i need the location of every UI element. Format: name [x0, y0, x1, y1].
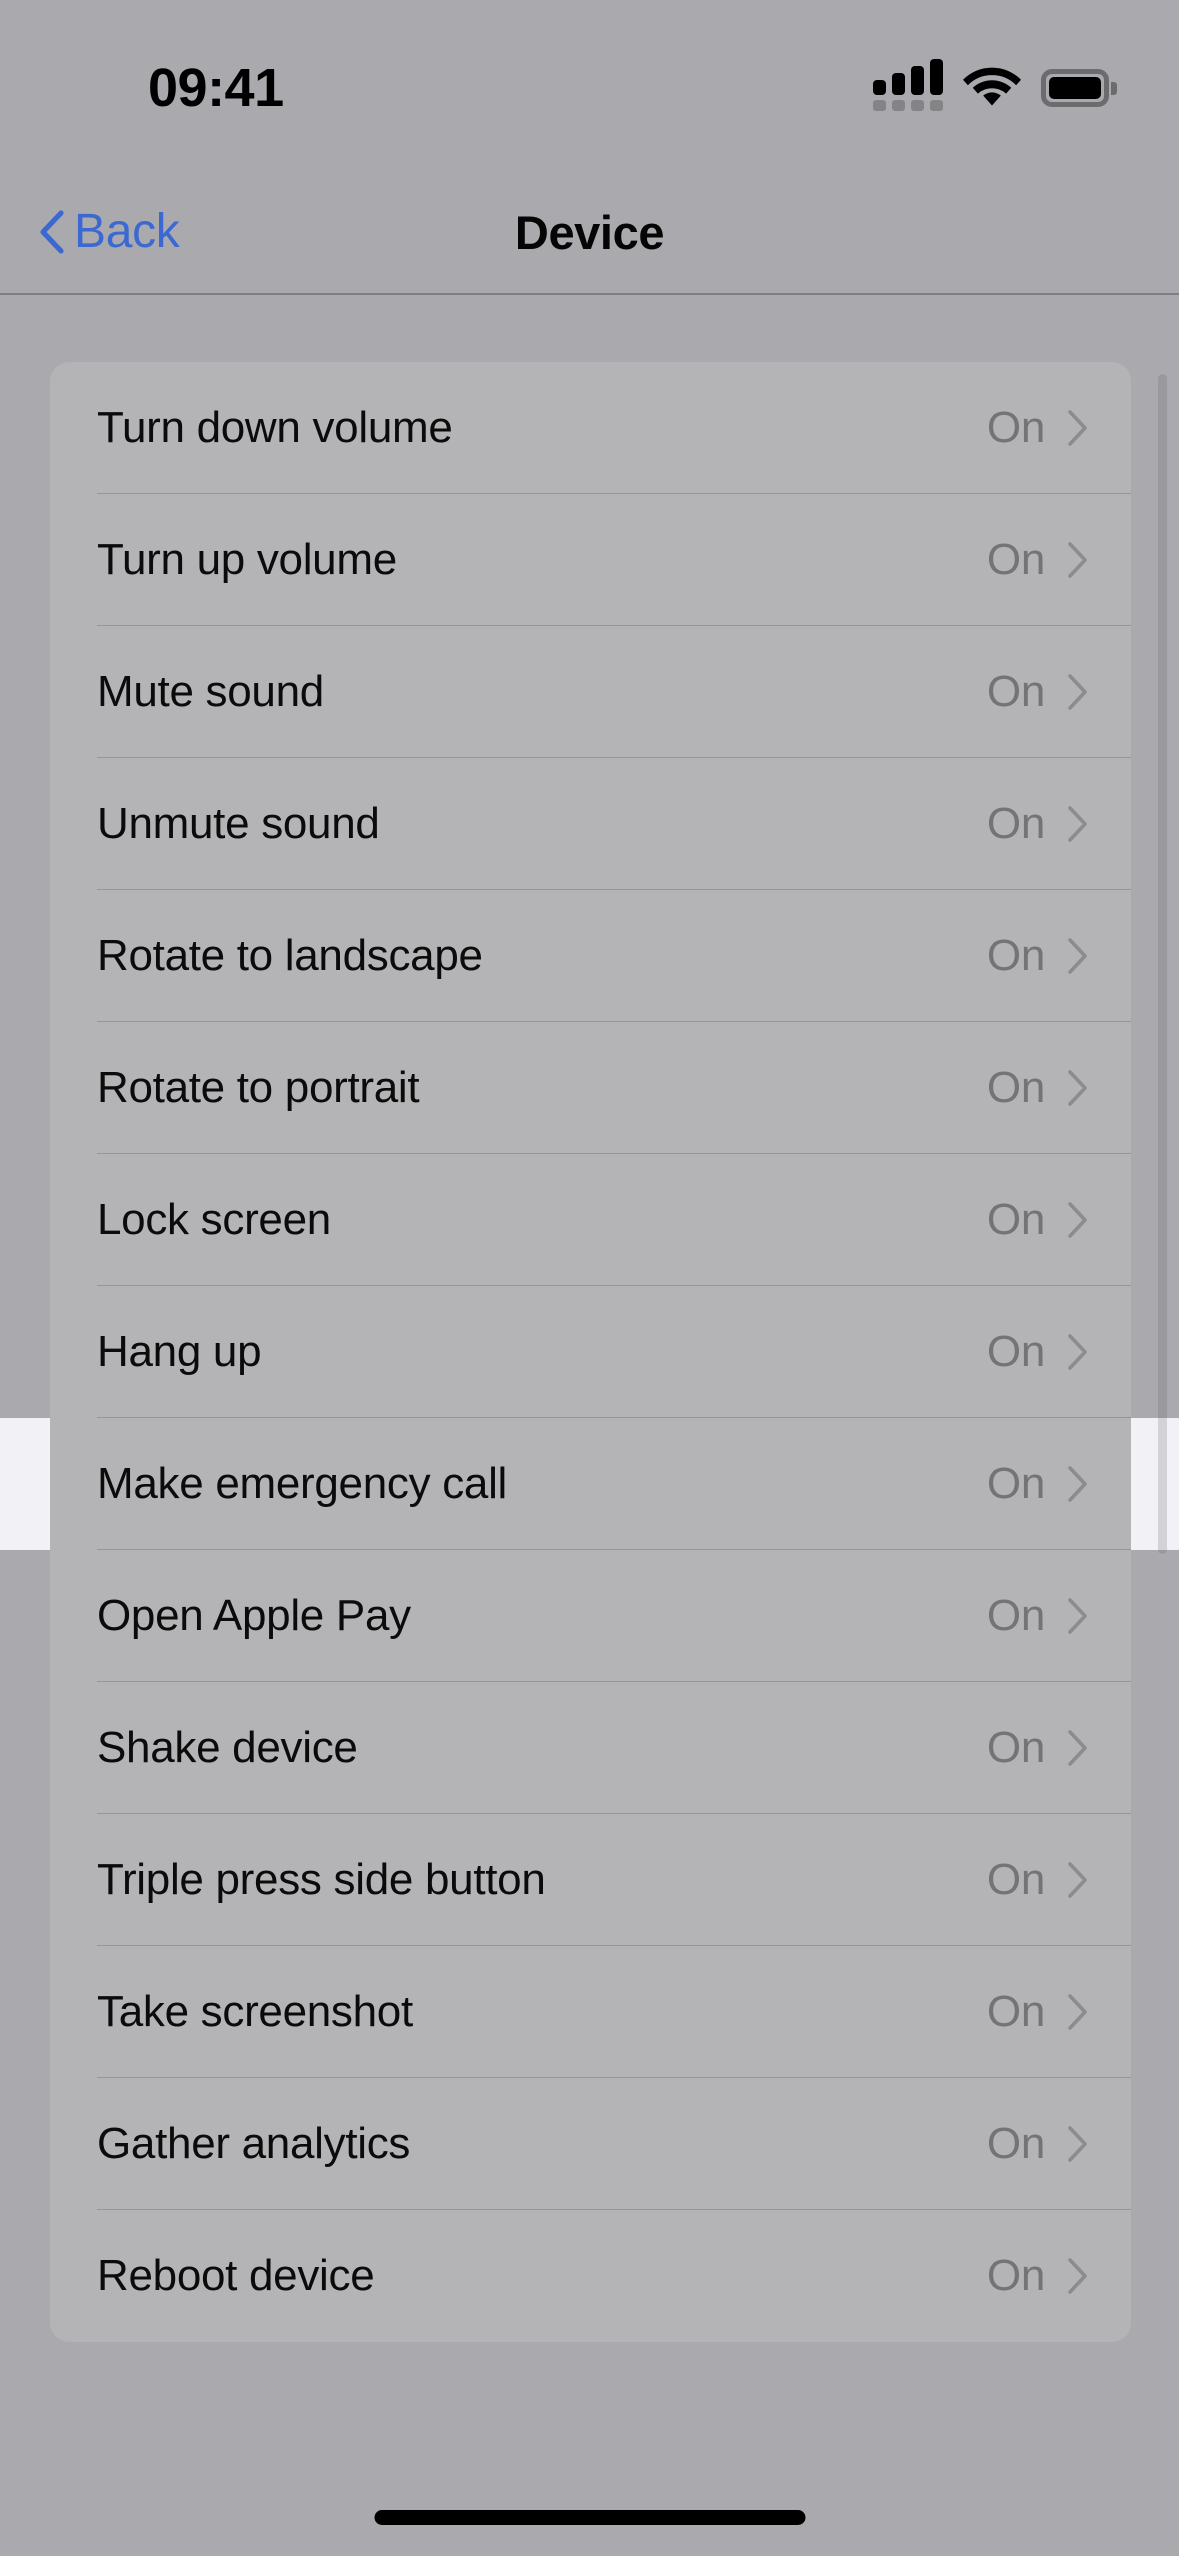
wifi-icon — [963, 67, 1021, 106]
chevron-right-icon — [1068, 674, 1087, 710]
list-item[interactable]: Shake device On — [50, 1682, 1131, 1814]
navigation-bar-separator — [0, 293, 1179, 295]
chevron-right-icon — [1068, 1730, 1087, 1766]
chevron-right-icon — [1068, 2258, 1087, 2294]
list-item-value: On — [986, 1591, 1045, 1640]
list-item[interactable]: Open Apple Pay On — [50, 1550, 1131, 1682]
list-item-value: On — [986, 931, 1045, 980]
list-item-label: Gather analytics — [97, 2119, 411, 2168]
list-item-label: Turn down volume — [97, 403, 453, 452]
list-item-value: On — [986, 1855, 1045, 1904]
chevron-right-icon — [1068, 1994, 1087, 2030]
list-item[interactable]: Make emergency call On — [50, 1418, 1131, 1550]
list-item[interactable]: Lock screen On — [50, 1154, 1131, 1286]
list-item-value: On — [986, 535, 1045, 584]
list-item-label: Shake device — [97, 1723, 358, 1772]
back-button-label: Back — [74, 205, 180, 258]
chevron-right-icon — [1068, 542, 1087, 578]
chevron-right-icon — [1068, 2126, 1087, 2162]
battery-icon — [1041, 69, 1117, 107]
navigation-bar: Device Back — [0, 170, 1179, 295]
list-item[interactable]: Take screenshot On — [50, 1946, 1131, 2078]
chevron-left-icon — [40, 210, 64, 254]
list-item-value: On — [986, 1723, 1045, 1772]
list-item-value: On — [986, 667, 1045, 716]
list-item[interactable]: Hang up On — [50, 1286, 1131, 1418]
list-item[interactable]: Triple press side button On — [50, 1814, 1131, 1946]
list-item-value: On — [986, 2251, 1045, 2300]
status-bar: 09:41 — [0, 0, 1179, 170]
list-item-label: Rotate to portrait — [97, 1063, 420, 1112]
status-bar-icons — [873, 58, 1117, 118]
chevron-right-icon — [1068, 1070, 1087, 1106]
chevron-right-icon — [1068, 1598, 1087, 1634]
list-item-label: Mute sound — [97, 667, 324, 716]
settings-scroll-view[interactable]: Turn down volume On Turn up volume On Mute s… — [0, 294, 1179, 2556]
list-item-label: Hang up — [97, 1327, 262, 1376]
list-item-value: On — [986, 1459, 1045, 1508]
list-item-label: Make emergency call — [97, 1459, 508, 1508]
list-item[interactable]: Gather analytics On — [50, 2078, 1131, 2210]
chevron-right-icon — [1068, 1466, 1087, 1502]
chevron-right-icon — [1068, 1202, 1087, 1238]
list-item-value: On — [986, 1063, 1045, 1112]
list-item[interactable]: Reboot device On — [50, 2210, 1131, 2342]
chevron-right-icon — [1068, 1862, 1087, 1898]
list-item[interactable]: Rotate to landscape On — [50, 890, 1131, 1022]
list-item-value: On — [986, 1195, 1045, 1244]
scroll-indicator[interactable] — [1158, 374, 1167, 1554]
list-item[interactable]: Unmute sound On — [50, 758, 1131, 890]
list-item[interactable]: Mute sound On — [50, 626, 1131, 758]
list-item-value: On — [986, 1327, 1045, 1376]
list-item-label: Open Apple Pay — [97, 1591, 411, 1640]
status-bar-time: 09:41 — [148, 58, 284, 118]
list-item-value: On — [986, 1987, 1045, 2036]
list-item-value: On — [986, 403, 1045, 452]
list-item-label: Unmute sound — [97, 799, 380, 848]
list-item[interactable]: Turn down volume On — [50, 362, 1131, 494]
home-indicator[interactable] — [374, 2510, 805, 2525]
list-item-label: Lock screen — [97, 1195, 331, 1244]
list-item-label: Rotate to landscape — [97, 931, 483, 980]
list-item[interactable]: Rotate to portrait On — [50, 1022, 1131, 1154]
chevron-right-icon — [1068, 410, 1087, 446]
list-item-value: On — [986, 2119, 1045, 2168]
list-item-label: Triple press side button — [97, 1855, 546, 1904]
list-item-label: Turn up volume — [97, 535, 397, 584]
list-item[interactable]: Turn up volume On — [50, 494, 1131, 626]
back-button[interactable]: Back — [28, 170, 190, 294]
cellular-signal-icon — [873, 59, 943, 111]
device-actions-list: Turn down volume On Turn up volume On Mute s… — [50, 362, 1131, 2342]
chevron-right-icon — [1068, 1334, 1087, 1370]
list-item-label: Take screenshot — [97, 1987, 413, 2036]
list-item-value: On — [986, 799, 1045, 848]
chevron-right-icon — [1068, 806, 1087, 842]
chevron-right-icon — [1068, 938, 1087, 974]
list-item-label: Reboot device — [97, 2251, 375, 2300]
